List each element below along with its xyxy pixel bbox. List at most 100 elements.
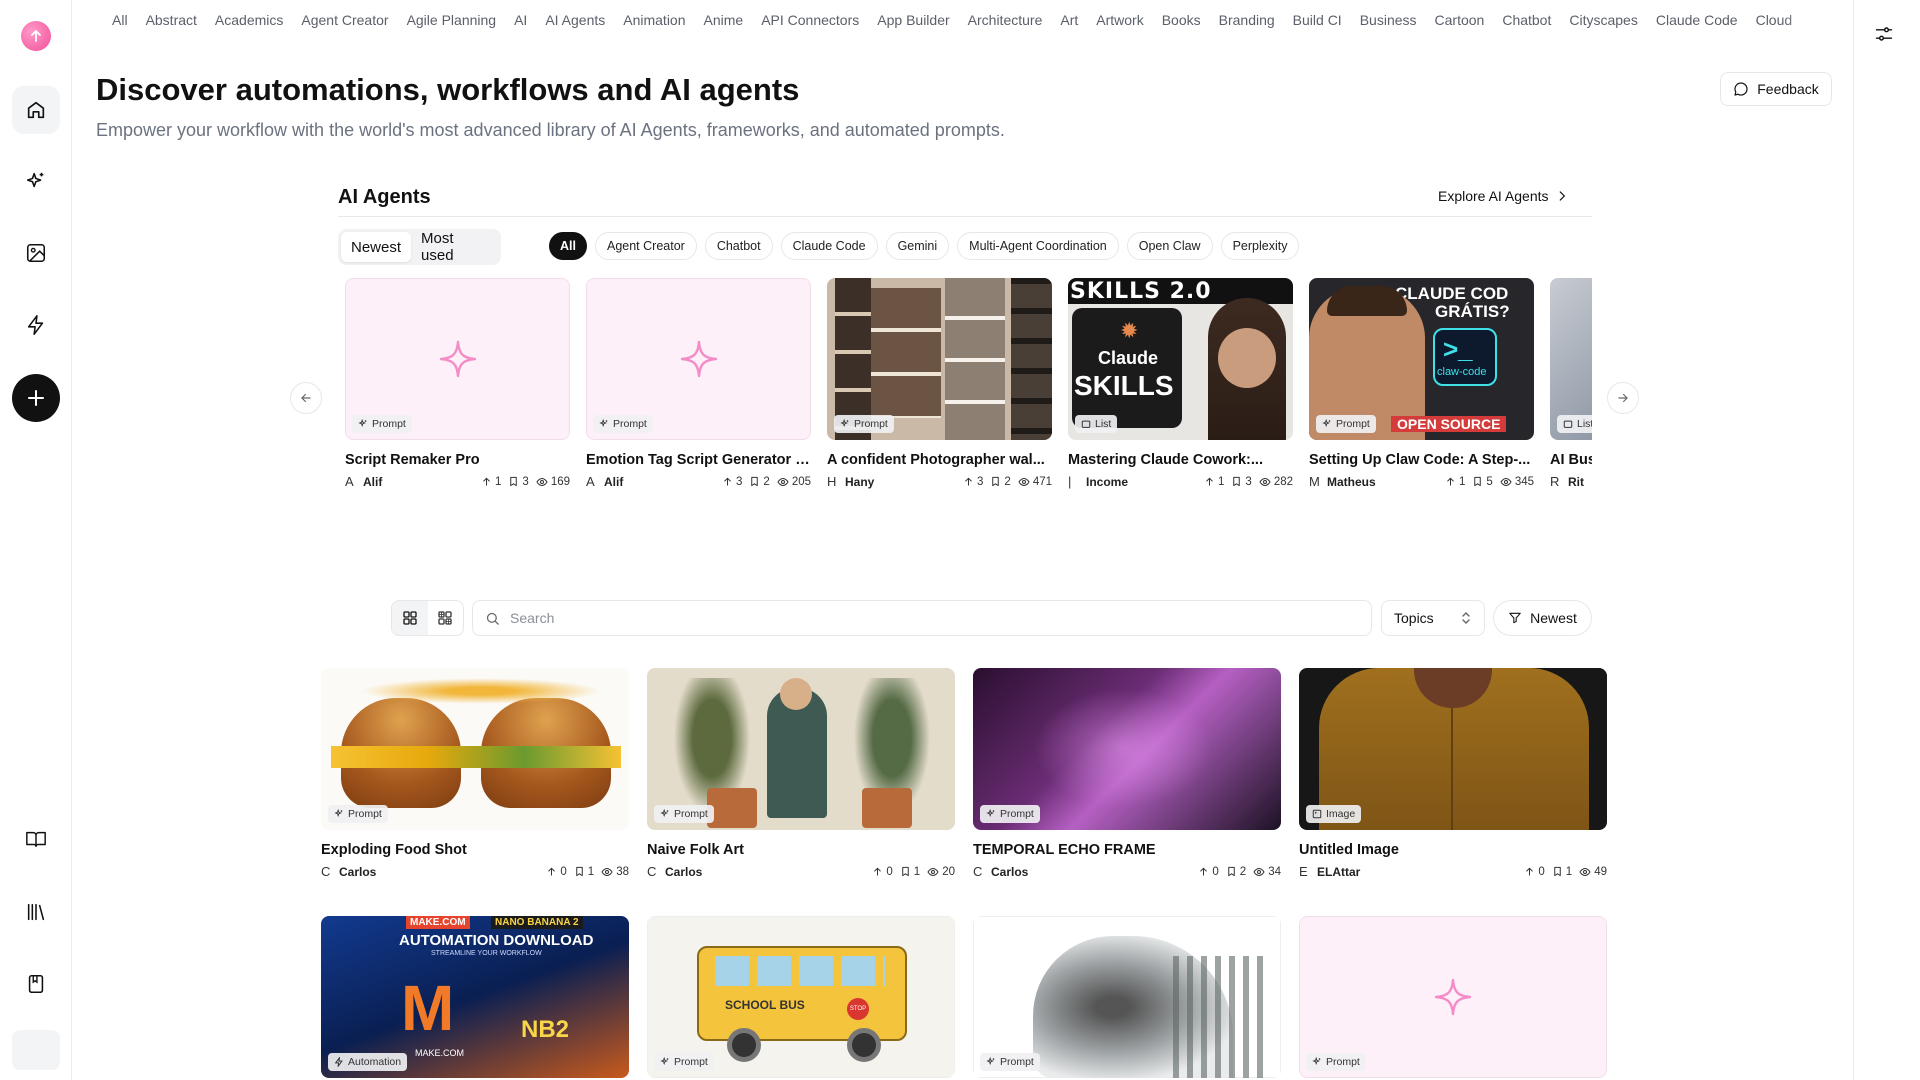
grid-large-view-button[interactable] bbox=[392, 601, 428, 635]
gallery-card[interactable]: MAKE.COM NANO BANANA 2 AUTOMATION DOWNLOAD… bbox=[321, 916, 629, 1078]
author[interactable]: A Alif bbox=[345, 474, 382, 489]
category-tab[interactable]: Build CI bbox=[1293, 12, 1342, 28]
author[interactable]: A Alif bbox=[586, 474, 623, 489]
save-stat[interactable]: 2 bbox=[749, 476, 770, 488]
filter-chip[interactable]: Open Claw bbox=[1126, 232, 1213, 260]
author[interactable]: E ELAttar bbox=[1299, 864, 1360, 879]
save-stat[interactable]: 1 bbox=[1552, 866, 1572, 878]
feedback-button[interactable]: Feedback bbox=[1720, 72, 1832, 106]
card-thumbnail[interactable]: List bbox=[1550, 278, 1592, 440]
gallery-card[interactable]: Image Untitled Image E ELAttar 0 1 49 bbox=[1299, 668, 1607, 879]
category-tab[interactable]: Abstract bbox=[146, 12, 197, 28]
card-title[interactable]: Script Remaker Pro bbox=[345, 452, 570, 468]
category-tab[interactable]: Agile Planning bbox=[407, 12, 497, 28]
author[interactable]: | Income bbox=[1068, 474, 1128, 489]
card-title[interactable]: Mastering Claude Cowork:... bbox=[1068, 452, 1293, 468]
card-thumbnail[interactable]: CLAUDE COD GRÁTIS? >_ claw-code OPEN SOURCE P… bbox=[1309, 278, 1534, 440]
app-logo[interactable] bbox=[21, 21, 51, 51]
card-title[interactable]: Untitled Image bbox=[1299, 842, 1607, 858]
card-title[interactable]: Exploding Food Shot bbox=[321, 842, 629, 858]
author[interactable]: H Hany bbox=[827, 474, 874, 489]
save-stat[interactable]: 1 bbox=[574, 866, 594, 878]
nav-images-button[interactable] bbox=[12, 229, 60, 277]
card-thumbnail[interactable]: SKILLS 2.0 ✹ Claude SKILLS List bbox=[1068, 278, 1293, 440]
sort-newest-button[interactable]: Newest bbox=[1493, 600, 1592, 636]
card-thumbnail[interactable]: Prompt bbox=[973, 916, 1281, 1078]
upvote-stat[interactable]: 0 bbox=[1524, 866, 1545, 878]
category-tab[interactable]: AI bbox=[514, 12, 527, 28]
category-tab[interactable]: App Builder bbox=[877, 12, 949, 28]
agent-card[interactable]: CLAUDE COD GRÁTIS? >_ claw-code OPEN SOURCE P… bbox=[1309, 278, 1534, 489]
card-thumbnail[interactable]: Prompt bbox=[647, 668, 955, 830]
filter-chip[interactable]: Claude Code bbox=[780, 232, 878, 260]
agent-card[interactable]: Prompt Script Remaker Pro A Alif 1 3 169 bbox=[345, 278, 570, 489]
card-title[interactable]: A confident Photographer wal... bbox=[827, 452, 1052, 468]
author[interactable]: M Matheus bbox=[1309, 474, 1376, 489]
category-tab[interactable]: Books bbox=[1162, 12, 1201, 28]
author[interactable]: C Carlos bbox=[321, 864, 376, 879]
gallery-card[interactable]: Prompt bbox=[1299, 916, 1607, 1078]
nav-home-button[interactable] bbox=[12, 86, 60, 134]
agent-card[interactable]: List AI Bus R Rit bbox=[1550, 278, 1592, 489]
save-stat[interactable]: 2 bbox=[1226, 866, 1246, 878]
filter-chip[interactable]: Multi-Agent Coordination bbox=[957, 232, 1119, 260]
card-thumbnail[interactable]: Prompt bbox=[1299, 916, 1607, 1078]
category-tab[interactable]: Agent Creator bbox=[301, 12, 388, 28]
save-stat[interactable]: 2 bbox=[990, 476, 1011, 488]
author[interactable]: C Carlos bbox=[973, 864, 1028, 879]
card-title[interactable]: Setting Up Claw Code: A Step-... bbox=[1309, 452, 1534, 468]
nav-library-button[interactable] bbox=[12, 888, 60, 936]
upvote-stat[interactable]: 3 bbox=[722, 476, 742, 488]
category-tab[interactable]: All bbox=[112, 12, 128, 28]
category-tab[interactable]: Cartoon bbox=[1435, 12, 1485, 28]
agent-card[interactable]: Prompt Emotion Tag Script Generator f... A… bbox=[586, 278, 811, 489]
nav-docs-button[interactable] bbox=[12, 815, 60, 863]
upvote-stat[interactable]: 1 bbox=[1204, 476, 1224, 488]
category-tab[interactable]: Branding bbox=[1219, 12, 1275, 28]
card-thumbnail[interactable]: Image bbox=[1299, 668, 1607, 830]
upvote-stat[interactable]: 0 bbox=[546, 866, 567, 878]
category-tab[interactable]: AI Agents bbox=[545, 12, 605, 28]
card-thumbnail[interactable]: Prompt bbox=[345, 278, 570, 440]
category-tab[interactable]: Cityscapes bbox=[1569, 12, 1637, 28]
gallery-card[interactable]: Prompt Exploding Food Shot C Carlos 0 1 38 bbox=[321, 668, 629, 879]
author[interactable]: R Rit bbox=[1550, 474, 1584, 489]
search-input[interactable] bbox=[510, 610, 1310, 626]
category-tab[interactable]: Academics bbox=[215, 12, 283, 28]
filter-chip[interactable]: Chatbot bbox=[704, 232, 773, 260]
explore-agents-link[interactable]: Explore AI Agents bbox=[1438, 188, 1569, 204]
agent-card[interactable]: Prompt A confident Photographer wal... H Ha… bbox=[827, 278, 1052, 489]
category-tab[interactable]: Chatbot bbox=[1502, 12, 1551, 28]
user-profile-button[interactable] bbox=[12, 1030, 60, 1070]
nav-automations-button[interactable] bbox=[12, 301, 60, 349]
gallery-card[interactable]: Prompt Naive Folk Art C Carlos 0 1 20 bbox=[647, 668, 955, 879]
filter-chip[interactable]: All bbox=[549, 232, 587, 260]
card-thumbnail[interactable]: SCHOOL BUS STOP Prompt bbox=[647, 916, 955, 1078]
agent-card[interactable]: SKILLS 2.0 ✹ Claude SKILLS List Mastering Cla… bbox=[1068, 278, 1293, 489]
carousel-next-button[interactable] bbox=[1607, 382, 1639, 414]
save-stat[interactable]: 5 bbox=[1472, 476, 1493, 488]
upvote-stat[interactable]: 3 bbox=[963, 476, 983, 488]
category-tab[interactable]: Architecture bbox=[968, 12, 1043, 28]
author[interactable]: C Carlos bbox=[647, 864, 702, 879]
upvote-stat[interactable]: 1 bbox=[1445, 476, 1465, 488]
category-tab[interactable]: Anime bbox=[704, 12, 744, 28]
sort-most-used-tab[interactable]: Most used bbox=[411, 230, 498, 264]
card-title[interactable]: AI Bus bbox=[1550, 452, 1592, 468]
category-tab[interactable]: Business bbox=[1360, 12, 1417, 28]
category-tab[interactable]: Art bbox=[1060, 12, 1078, 28]
card-thumbnail[interactable]: Prompt bbox=[973, 668, 1281, 830]
gallery-card[interactable]: Prompt TEMPORAL ECHO FRAME C Carlos 0 2 34 bbox=[973, 668, 1281, 879]
grid-small-view-button[interactable] bbox=[428, 601, 464, 635]
card-title[interactable]: TEMPORAL ECHO FRAME bbox=[973, 842, 1281, 858]
upvote-stat[interactable]: 0 bbox=[1198, 866, 1219, 878]
card-thumbnail[interactable]: Prompt bbox=[586, 278, 811, 440]
filter-settings-button[interactable] bbox=[1872, 22, 1896, 46]
sort-newest-tab[interactable]: Newest bbox=[341, 232, 412, 262]
carousel-prev-button[interactable] bbox=[290, 382, 322, 414]
category-tab[interactable]: Artwork bbox=[1096, 12, 1143, 28]
topics-select[interactable]: Topics bbox=[1381, 600, 1485, 636]
card-thumbnail[interactable]: MAKE.COM NANO BANANA 2 AUTOMATION DOWNLOAD… bbox=[321, 916, 629, 1078]
filter-chip[interactable]: Perplexity bbox=[1220, 232, 1300, 260]
upvote-stat[interactable]: 0 bbox=[872, 866, 893, 878]
